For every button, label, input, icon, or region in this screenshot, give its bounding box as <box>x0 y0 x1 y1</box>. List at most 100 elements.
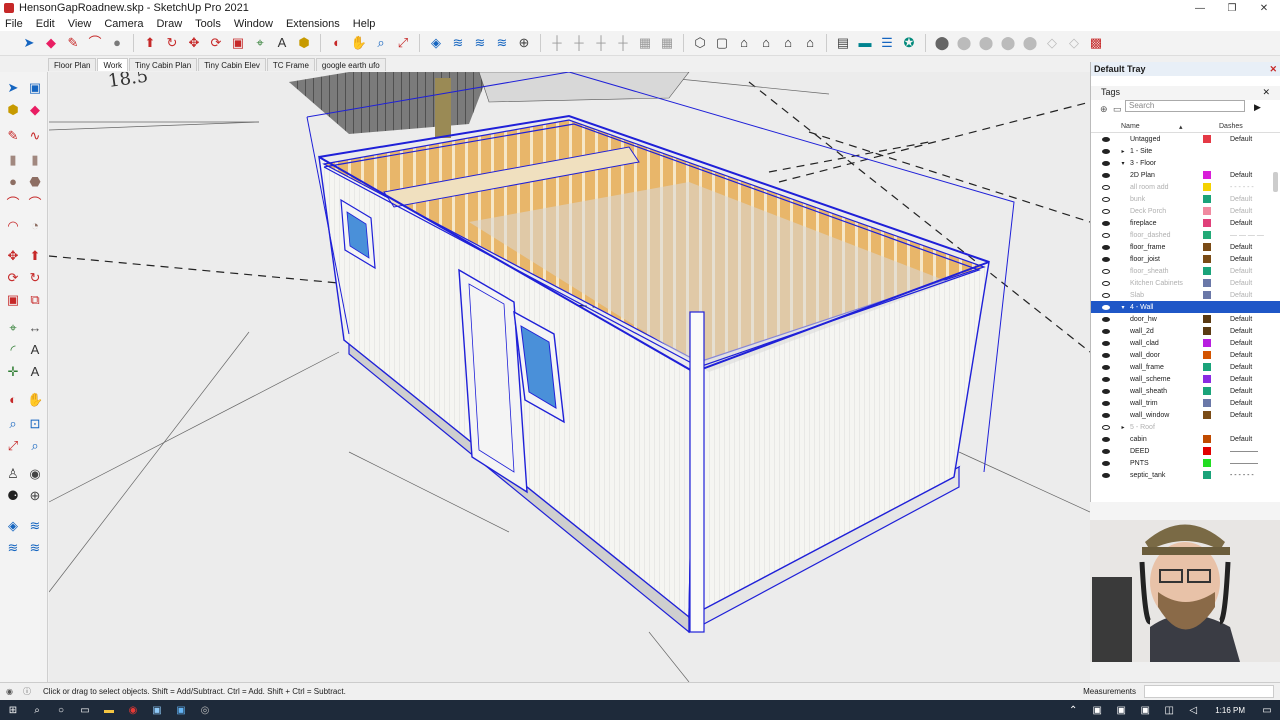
tag-row[interactable]: bunk Default <box>1091 193 1280 205</box>
sketchup-taskbar-icon[interactable]: ▣ <box>150 704 164 716</box>
tag-color-swatch[interactable] <box>1203 183 1211 191</box>
tag-row[interactable]: wall_sheath Default <box>1091 385 1280 397</box>
visibility-eye-icon[interactable] <box>1102 172 1110 178</box>
warehouse-icon[interactable]: ▩ <box>1088 35 1104 51</box>
3d-text-icon[interactable]: A <box>27 364 43 380</box>
tag-dashes[interactable]: Default <box>1230 136 1252 143</box>
tag-row[interactable]: 2D Plan Default <box>1091 169 1280 181</box>
tag-color-swatch[interactable] <box>1203 459 1211 467</box>
stamp-icon[interactable]: ≋ <box>472 35 488 51</box>
tag-color-swatch[interactable] <box>1203 447 1211 455</box>
eraser-tool-icon[interactable]: ◆ <box>27 102 43 118</box>
tag-dashes[interactable]: Default <box>1230 388 1252 395</box>
tag-row[interactable]: fireplace Default <box>1091 217 1280 229</box>
three-point-arc-icon[interactable]: ◠ <box>5 218 21 234</box>
follow-me-icon[interactable]: ↻ <box>27 270 43 286</box>
menu-tools[interactable]: Tools <box>195 18 221 30</box>
visibility-eye-icon[interactable] <box>1102 196 1110 202</box>
move-tool-icon[interactable]: ✥ <box>186 35 202 51</box>
scale-tool-icon[interactable]: ▣ <box>230 35 246 51</box>
tag-row[interactable]: ▸ 1 - Site <box>1091 145 1280 157</box>
visibility-eye-icon[interactable] <box>1102 412 1110 418</box>
text-tool-icon[interactable]: A <box>274 35 290 51</box>
follow-me-icon[interactable]: ↻ <box>164 35 180 51</box>
left-view-icon[interactable]: ⌂ <box>802 35 818 51</box>
visibility-eye-icon[interactable] <box>1102 472 1110 478</box>
status-info-icon[interactable]: ◉ <box>6 687 13 696</box>
visibility-eye-icon[interactable] <box>1102 244 1110 250</box>
protractor-icon[interactable]: ◜ <box>5 342 21 358</box>
close-button[interactable]: ✕ <box>1248 3 1280 14</box>
tag-color-swatch[interactable] <box>1203 387 1211 395</box>
visibility-eye-icon[interactable] <box>1102 268 1110 274</box>
sort-arrow-icon[interactable]: ▴ <box>1179 123 1204 132</box>
tag-row[interactable]: floor_joist Default <box>1091 253 1280 265</box>
visibility-eye-icon[interactable] <box>1102 400 1110 406</box>
menu-extensions[interactable]: Extensions <box>286 18 340 30</box>
tag-color-swatch[interactable] <box>1203 435 1211 443</box>
tray-close-icon[interactable]: ✕ <box>1269 64 1277 74</box>
tag-row[interactable]: wall_2d Default <box>1091 325 1280 337</box>
line-tool-icon[interactable]: ✎ <box>65 35 81 51</box>
visibility-eye-icon[interactable] <box>1102 376 1110 382</box>
model-scene[interactable]: 18.5 <box>49 72 1090 682</box>
tag-dashes[interactable]: Default <box>1230 316 1252 323</box>
axes-icon[interactable]: ┼ <box>615 35 631 51</box>
drape-icon[interactable]: ≋ <box>494 35 510 51</box>
circle-tool-icon[interactable]: ● <box>5 174 21 190</box>
tag-dashes[interactable]: Default <box>1230 412 1252 419</box>
tag-dashes[interactable]: Default <box>1230 172 1252 179</box>
tag-row[interactable]: Deck Porch Default <box>1091 205 1280 217</box>
tag-color-swatch[interactable] <box>1203 195 1211 203</box>
tag-row[interactable]: DEED ———— <box>1091 445 1280 457</box>
tag-row[interactable]: door_hw Default <box>1091 313 1280 325</box>
tag-color-swatch[interactable] <box>1203 279 1211 287</box>
tag-dashes[interactable]: Default <box>1230 220 1252 227</box>
tag-color-swatch[interactable] <box>1203 351 1211 359</box>
tape-measure-icon[interactable]: ⌖ <box>252 35 268 51</box>
tag-row[interactable]: wall_scheme Default <box>1091 373 1280 385</box>
tag-dashes[interactable]: Default <box>1230 256 1252 263</box>
visibility-eye-icon[interactable] <box>1102 280 1110 286</box>
tag-row[interactable]: floor_frame Default <box>1091 241 1280 253</box>
extension-icon[interactable]: ✪ <box>901 35 917 51</box>
rotated-rect-icon[interactable]: ▮ <box>27 152 43 168</box>
rectangle-tool-icon[interactable]: ▮ <box>5 152 21 168</box>
add-tag-icon[interactable]: ⊕ <box>1100 104 1108 115</box>
tag-row[interactable]: septic_tank - - - - - - <box>1091 469 1280 481</box>
tag-color-swatch[interactable] <box>1203 339 1211 347</box>
zoom-window-icon[interactable]: ⊡ <box>27 416 43 432</box>
visibility-eye-icon[interactable] <box>1102 148 1110 154</box>
menu-edit[interactable]: Edit <box>36 18 55 30</box>
status-help-icon[interactable]: ⓘ <box>23 686 31 697</box>
tag-search-input[interactable]: Search <box>1125 100 1245 112</box>
layers-icon[interactable]: ☰ <box>879 35 895 51</box>
tag-dashes[interactable]: Default <box>1230 328 1252 335</box>
visibility-eye-icon[interactable] <box>1102 304 1110 310</box>
move-tool-icon[interactable]: ✥ <box>5 248 21 264</box>
sandbox-icon[interactable]: ≋ <box>450 35 466 51</box>
tag-color-swatch[interactable] <box>1203 255 1211 263</box>
offset-tool-icon[interactable]: ⧉ <box>27 292 43 308</box>
volume-icon[interactable]: ◁ <box>1186 704 1200 716</box>
tray-app-icon[interactable]: ▣ <box>1138 704 1152 716</box>
tag-dashes[interactable]: Default <box>1230 340 1252 347</box>
scene-tab[interactable]: Work <box>97 58 128 71</box>
tag-color-swatch[interactable] <box>1203 171 1211 179</box>
visibility-eye-icon[interactable] <box>1102 232 1110 238</box>
zoom-extents-icon[interactable]: ⤢ <box>5 438 21 454</box>
solid-split-icon[interactable]: ⬤ <box>1000 35 1016 51</box>
tag-color-swatch[interactable] <box>1203 135 1211 143</box>
visibility-eye-icon[interactable] <box>1102 220 1110 226</box>
scale-tool-icon[interactable]: ▣ <box>5 292 21 308</box>
tag-row[interactable]: cabin Default <box>1091 433 1280 445</box>
visibility-eye-icon[interactable] <box>1102 424 1110 430</box>
visibility-eye-icon[interactable] <box>1102 388 1110 394</box>
folder-toggle-icon[interactable]: ▸ <box>1120 424 1126 431</box>
tag-color-swatch[interactable] <box>1203 315 1211 323</box>
walk-tool-icon[interactable]: ⚈ <box>5 488 21 504</box>
tray-app-icon[interactable]: ▣ <box>1114 704 1128 716</box>
paint-bucket-icon[interactable]: ⬢ <box>296 35 312 51</box>
menu-draw[interactable]: Draw <box>156 18 182 30</box>
sandbox-from-contours-icon[interactable]: ◈ <box>5 518 21 534</box>
